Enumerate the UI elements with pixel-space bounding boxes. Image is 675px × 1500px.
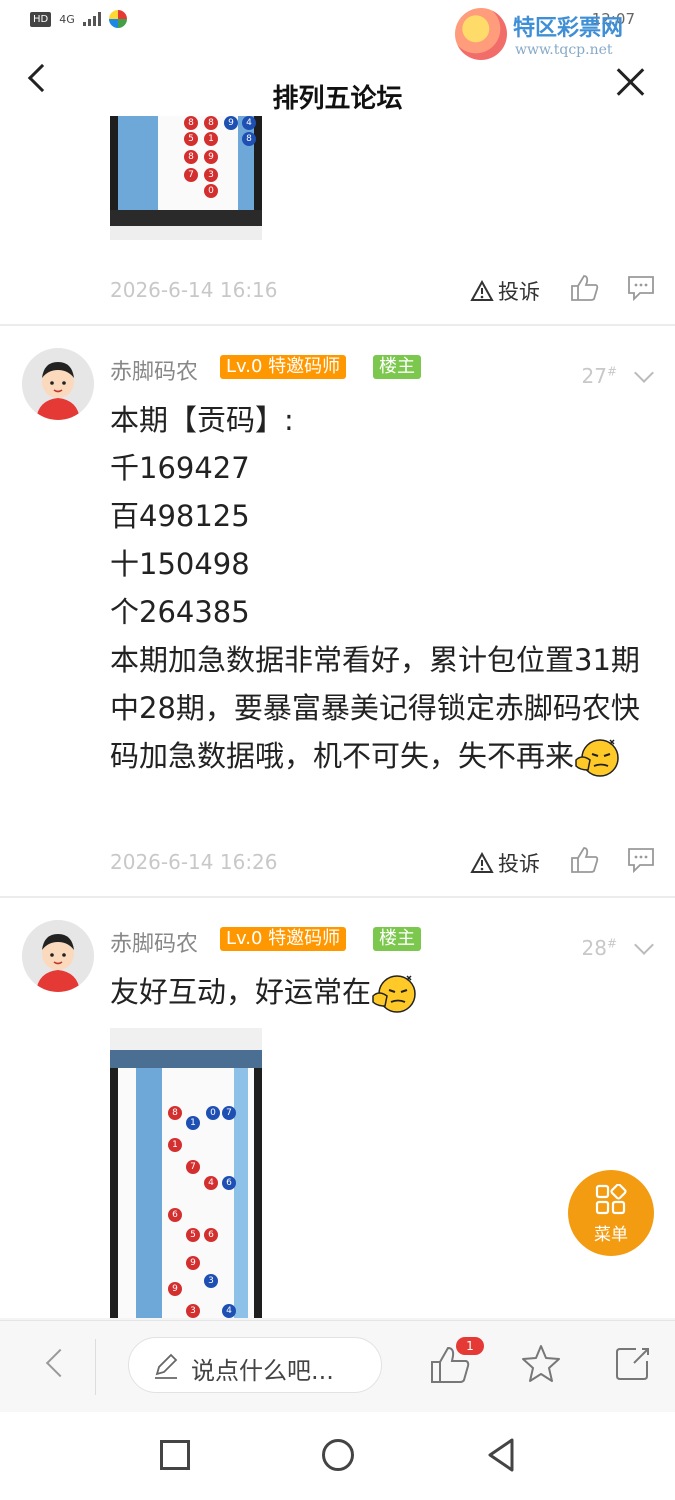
author-name[interactable]: 赤脚码农 — [110, 926, 198, 958]
pen-icon — [151, 1352, 181, 1380]
author-name[interactable]: 赤脚码农 — [110, 354, 198, 386]
post-timestamp: 2026-6-14 16:16 — [110, 278, 278, 302]
comment-input[interactable]: 说点什么吧... — [128, 1337, 382, 1393]
page-title: 排列五论坛 — [272, 84, 403, 114]
menu-label: 菜单 — [594, 1225, 628, 1245]
content-line: 十150498 — [110, 547, 250, 581]
smug-emoji-icon — [371, 972, 417, 1016]
divider — [0, 896, 675, 898]
watermark-url: www.tqcp.net — [515, 42, 613, 58]
post-content: 友好互动，好运常在 — [110, 968, 655, 1016]
divider — [95, 1339, 96, 1395]
smug-emoji-icon — [574, 736, 620, 780]
chart-screenshot-thumbnail[interactable]: 8 1 0 7 1 7 4 6 6 5 6 9 3 9 3 4 6 8 — [110, 1028, 262, 1318]
post-item: 赤脚码农 Lv.0 特邀码师 楼主 27# 本期【贡码】: 千169427 百4… — [0, 326, 675, 896]
system-back-button[interactable] — [484, 1436, 518, 1474]
comment-icon[interactable] — [626, 274, 656, 302]
content-line: 本期【贡码】: — [110, 403, 294, 437]
avatar[interactable] — [22, 920, 94, 992]
floor-number: 27# — [581, 364, 617, 388]
thumbs-up-icon[interactable] — [570, 846, 600, 874]
like-count-badge: 1 — [456, 1337, 484, 1355]
post-content: 本期【贡码】: 千169427 百498125 十150498 个264385 … — [110, 396, 655, 780]
content-line: 个264385 — [110, 595, 250, 629]
grid-icon — [595, 1183, 627, 1216]
content-line: 千169427 — [110, 451, 250, 485]
chart-screenshot-thumbnail[interactable]: 8 8 9 4 5 1 8 8 9 7 3 0 — [110, 116, 262, 240]
warning-icon — [470, 280, 494, 302]
level-badge: Lv.0 特邀码师 — [220, 355, 347, 379]
favorite-star-button[interactable] — [520, 1343, 562, 1385]
host-badge: 楼主 — [373, 355, 421, 379]
post-item: 8 8 9 4 5 1 8 8 9 7 3 0 2026-6-14 16:16 … — [0, 116, 675, 324]
content-paragraph: 友好互动，好运常在 — [110, 968, 655, 1016]
comment-icon[interactable] — [626, 846, 656, 874]
system-navigation-bar — [0, 1412, 675, 1500]
content-line: 百498125 — [110, 499, 250, 533]
post-item: 赤脚码农 Lv.0 特邀码师 楼主 28# 友好互动，好运常在 8 1 0 7 … — [0, 898, 675, 1318]
chevron-down-icon[interactable] — [634, 935, 654, 955]
report-button[interactable]: 投诉 — [470, 276, 540, 306]
recent-apps-button[interactable] — [160, 1440, 190, 1470]
close-button[interactable] — [613, 64, 649, 100]
content-paragraph: 本期加急数据非常看好，累计包位置31期中28期，要暴富暴美记得锁定赤脚码农快码加… — [110, 636, 655, 780]
previous-button[interactable] — [40, 1348, 75, 1379]
avatar[interactable] — [22, 348, 94, 420]
watermark-logo — [455, 8, 507, 60]
chevron-left-icon — [45, 1348, 75, 1378]
warning-icon — [470, 852, 494, 874]
signal-icon — [82, 12, 101, 26]
comment-placeholder: 说点什么吧... — [191, 1357, 334, 1385]
report-button[interactable]: 投诉 — [470, 848, 540, 878]
watermark-name: 特区彩票网 — [513, 16, 624, 41]
comment-bar: 说点什么吧... 1 — [0, 1320, 675, 1412]
home-button[interactable] — [322, 1439, 354, 1471]
network-type: 4G — [59, 12, 75, 26]
post-timestamp: 2026-6-14 16:26 — [110, 850, 278, 874]
report-label: 投诉 — [498, 280, 540, 304]
floor-number: 28# — [581, 936, 617, 960]
menu-fab-button[interactable]: 菜单 — [568, 1170, 654, 1256]
report-label: 投诉 — [498, 852, 540, 876]
hd-indicator: HD — [30, 11, 52, 27]
app-notification-icon — [108, 10, 127, 28]
thumbs-up-icon[interactable] — [570, 274, 600, 302]
host-badge: 楼主 — [373, 927, 421, 951]
watermark: 特区彩票网 www.tqcp.net — [455, 8, 665, 68]
chevron-down-icon[interactable] — [634, 363, 654, 383]
level-badge: Lv.0 特邀码师 — [220, 927, 347, 951]
divider — [0, 324, 675, 326]
share-button[interactable] — [612, 1343, 654, 1385]
